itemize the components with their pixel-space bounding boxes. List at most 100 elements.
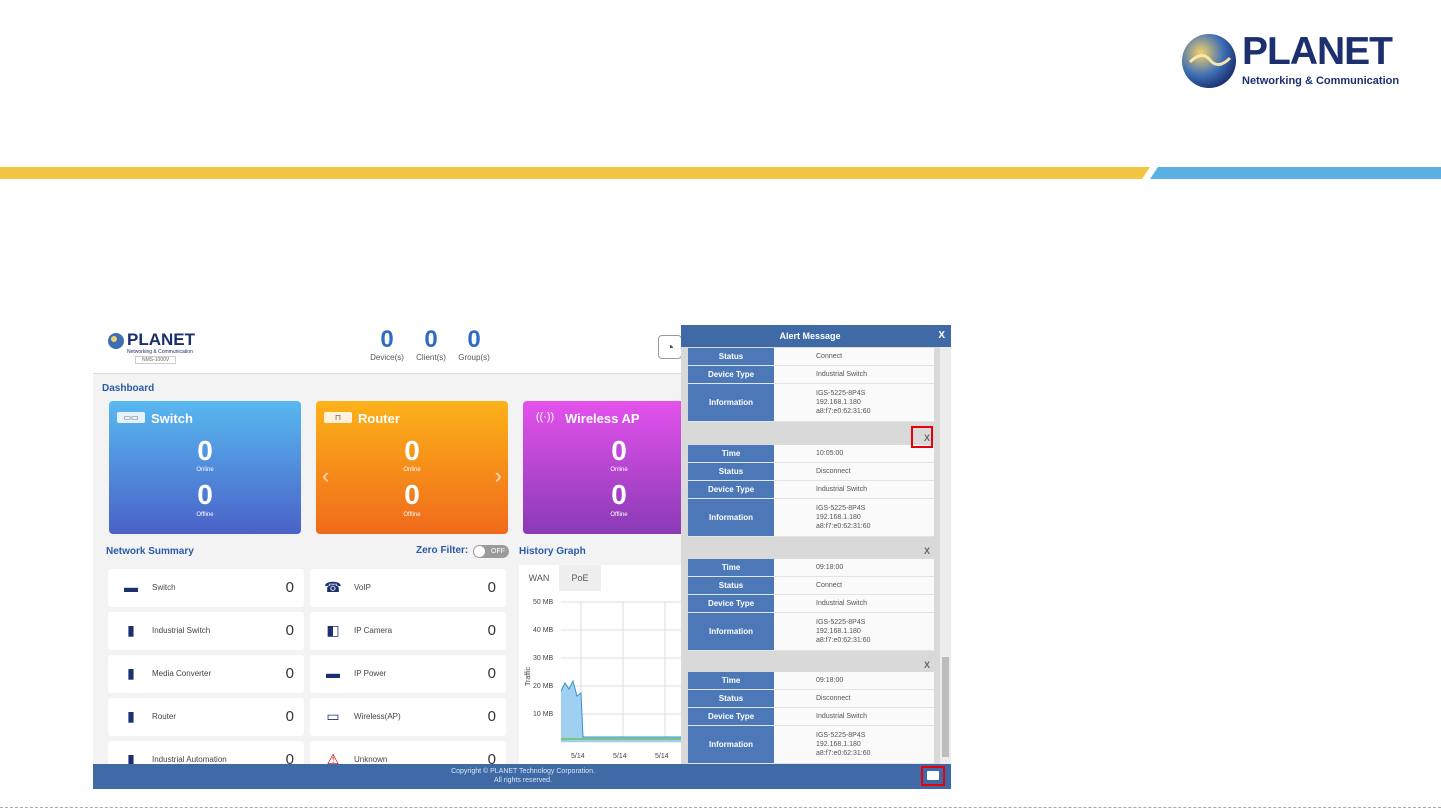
group-label: Group(s)	[458, 353, 490, 362]
history-graph-title: History Graph	[519, 546, 586, 557]
y-tick: 20 MB	[533, 683, 554, 690]
alert-row: Information IGS-5225-8P4S 192.168.1.180 …	[688, 613, 934, 651]
y-axis-label: Traffic	[525, 666, 533, 687]
alert-dismiss-button[interactable]: X	[924, 546, 930, 556]
offline-count: 0	[404, 479, 420, 510]
summary-label: IP Power	[354, 669, 387, 678]
alert-value: 09:18:00	[774, 559, 934, 577]
summary-item-media-converter[interactable]: ▮ Media Converter 0	[108, 655, 304, 693]
router-icon: ⊓	[324, 412, 352, 423]
alert-key: Time	[688, 445, 774, 463]
header-band	[0, 167, 1441, 179]
summary-value: 0	[487, 708, 496, 725]
alert-row: Status Connect	[688, 577, 934, 595]
alert-value: Industrial Switch	[774, 595, 934, 613]
router-icon: ▮	[127, 708, 135, 724]
summary-label: Router	[152, 712, 177, 721]
copyright: Copyright © PLANET Technology Corporatio…	[423, 767, 623, 785]
camera-icon: ◧	[326, 622, 340, 638]
alert-message-button[interactable]	[921, 766, 945, 786]
network-summary-title: Network Summary	[106, 546, 194, 557]
alert-value: Disconnect	[774, 690, 934, 708]
app-logo: PLANET Networking & Communication NMS-10…	[107, 330, 207, 368]
summary-item-switch[interactable]: ▬ Switch 0	[108, 569, 304, 607]
alert-row: Information IGS-5225-8P4S 192.168.1.180 …	[688, 499, 934, 537]
summary-item-industrial-switch[interactable]: ▮ Industrial Switch 0	[108, 612, 304, 650]
alert-value: IGS-5225-8P4S 192.168.1.180 a8:f7:e0:62:…	[774, 613, 934, 651]
wireless-icon: ((·))	[535, 411, 555, 423]
logo-tagline: Networking & Communication	[1242, 75, 1400, 87]
alert-key: Information	[688, 613, 774, 651]
alert-value: Disconnect	[774, 463, 934, 481]
zero-filter-toggle[interactable]: OFF	[473, 545, 509, 558]
device-counter[interactable]: 0 Device(s)	[367, 326, 407, 363]
switch-card[interactable]: ▭▭ Switch 0 Online 0 Offline	[109, 401, 301, 534]
alert-row: Information IGS-5225-8P4S 192.168.1.180 …	[688, 384, 934, 422]
scrollbar-thumb[interactable]	[942, 657, 949, 757]
alert-value: 10:05:00	[774, 445, 934, 463]
router-card[interactable]: ⊓ Router ‹ › 0 Online 0 Offline	[316, 401, 508, 534]
message-icon	[927, 771, 939, 780]
speedometer-icon[interactable]: ◔	[658, 335, 682, 359]
summary-item-ip-power[interactable]: ▬ IP Power 0	[310, 655, 506, 693]
summary-label: Switch	[152, 583, 176, 592]
summary-item-voip[interactable]: ☎ VoIP 0	[310, 569, 506, 607]
alert-value: Connect	[774, 577, 934, 595]
card-title: Switch	[151, 411, 193, 426]
summary-item-wireless-ap[interactable]: ▭ Wireless(AP) 0	[310, 698, 506, 736]
summary-value: 0	[487, 622, 496, 639]
power-strip-icon: ▬	[326, 665, 340, 681]
alert-row: Time 10:05:00	[688, 445, 934, 463]
alert-value: Connect	[774, 348, 934, 366]
summary-label: Industrial Switch	[152, 626, 211, 635]
offline-label: Offline	[196, 512, 214, 518]
wireless-ap-card[interactable]: ((·)) Wireless AP 0 Online 0 Offline	[523, 401, 681, 534]
alert-key: Status	[688, 690, 774, 708]
x-tick: 5/14	[571, 753, 585, 760]
client-counter[interactable]: 0 Client(s)	[411, 326, 451, 363]
summary-value: 0	[285, 622, 294, 639]
industrial-switch-icon: ▮	[127, 622, 135, 638]
alert-key: Information	[688, 726, 774, 764]
alert-row: Status Connect	[688, 348, 934, 366]
x-tick: 5/14	[613, 753, 627, 760]
alert-key: Device Type	[688, 366, 774, 384]
y-tick: 10 MB	[533, 711, 554, 718]
summary-item-router[interactable]: ▮ Router 0	[108, 698, 304, 736]
summary-label: VoIP	[354, 583, 371, 592]
summary-value: 0	[285, 665, 294, 682]
group-counter[interactable]: 0 Group(s)	[454, 327, 494, 363]
y-tick: 30 MB	[533, 655, 554, 662]
alert-row: Device Type Industrial Switch	[688, 366, 934, 384]
alert-key: Device Type	[688, 708, 774, 726]
alert-key: Device Type	[688, 481, 774, 499]
alert-row: Device Type Industrial Switch	[688, 708, 934, 726]
alert-close-button[interactable]: X	[938, 325, 945, 347]
zero-filter-label: Zero Filter:	[416, 545, 469, 556]
summary-label: Media Converter	[152, 669, 212, 678]
alert-key: Status	[688, 577, 774, 595]
media-converter-icon: ▮	[127, 665, 135, 681]
copyright-line2: All rights reserved.	[494, 777, 552, 784]
summary-item-ip-camera[interactable]: ◧ IP Camera 0	[310, 612, 506, 650]
summary-label: Industrial Automation	[152, 755, 227, 764]
globe-icon	[108, 333, 124, 349]
switch-icon: ▭▭	[117, 412, 145, 423]
client-count: 0	[424, 326, 438, 353]
app-footer: Copyright © PLANET Technology Corporatio…	[93, 764, 951, 789]
history-graph: WAN PoE 50 MB 40 MB 30 MB 20 MB 10 MB Tr…	[519, 565, 681, 765]
alert-dismiss-button[interactable]: X	[924, 660, 930, 670]
tab-wan[interactable]: WAN	[519, 565, 559, 591]
phone-icon: ☎	[324, 579, 342, 595]
alert-key: Information	[688, 384, 774, 422]
client-label: Client(s)	[416, 353, 446, 362]
alert-scrollbar[interactable]	[940, 347, 951, 764]
summary-label: Wireless(AP)	[354, 712, 401, 721]
tab-poe[interactable]: PoE	[559, 565, 601, 591]
device-count: 0	[380, 326, 394, 353]
copyright-line1: Copyright © PLANET Technology Corporatio…	[451, 768, 595, 775]
dashboard-title: Dashboard	[102, 383, 155, 394]
access-point-icon: ▭	[326, 708, 340, 724]
alert-header: Alert Message X	[681, 325, 951, 347]
alert-message-panel: Alert Message X Status Connect Device Ty…	[681, 325, 951, 764]
